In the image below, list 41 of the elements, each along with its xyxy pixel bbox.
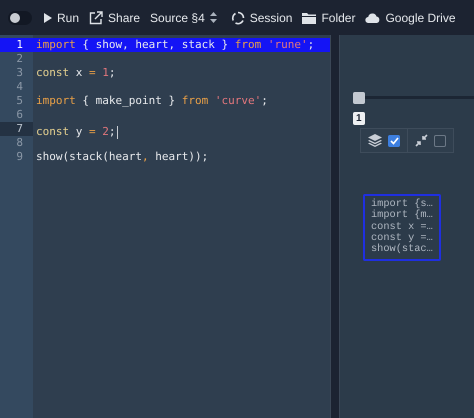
layers-icon [368,134,382,147]
checkbox[interactable] [434,134,446,146]
slider-thumb[interactable] [353,92,365,104]
preview-line: const x =… [371,222,433,233]
slider[interactable] [353,92,474,104]
checkbox[interactable] [388,134,400,146]
preview-line: import {s… [371,199,433,210]
session-button[interactable]: Session [226,6,298,30]
google-drive-button[interactable]: Google Drive [360,6,460,30]
shrink-icon [415,134,428,147]
share-icon [89,10,104,24]
source-dropdown[interactable]: Source §4 [145,6,222,30]
line-number: 9 [15,150,24,164]
splitter-handle[interactable] [330,35,340,418]
line-number: 2 [15,52,24,66]
line-number: 8 [15,136,24,150]
folder-button[interactable]: Folder [297,6,360,30]
preview-line: import {m… [371,210,433,222]
line-number: 4 [15,80,24,94]
slider-value: 1 [353,112,365,125]
toggle-switch[interactable] [8,10,32,24]
preview-line: const y =… [371,232,433,244]
code-line: import { make_point } from 'curve'; [35,94,269,108]
code-line: const x = 1; [35,66,116,80]
refresh-icon [230,10,245,24]
run-button[interactable]: Run [38,6,84,30]
cloud-icon [365,12,380,22]
line-number: 6 [15,108,24,122]
line-number: 3 [15,66,24,80]
code-line: const y = 2; [35,125,118,139]
preview-line: show(stac… [371,244,433,256]
code-line: import { show, heart, stack } from 'rune'; [35,38,316,52]
line-number: 5 [15,94,24,108]
line-number: 1 [0,38,33,52]
play-icon [43,12,52,22]
code-preview-card[interactable]: import {s… import {m… const x =… const y =… show(stac… [363,194,441,262]
folder-icon [302,12,316,24]
share-button[interactable]: Share [84,6,146,30]
sort-arrows-icon [210,12,217,23]
code-line: show(stack(heart, heart)); [35,150,210,164]
line-number: 7 [0,122,33,136]
